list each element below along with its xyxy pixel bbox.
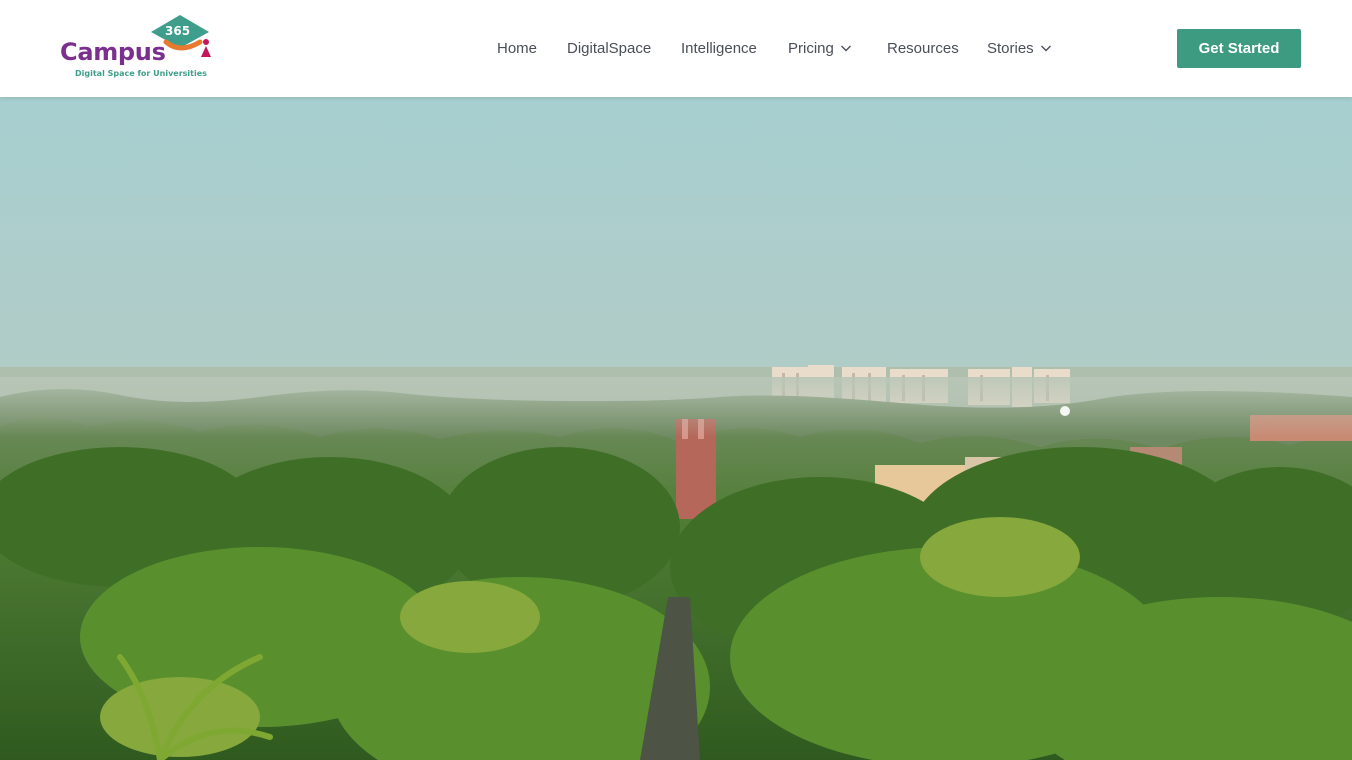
nav-stories-label: Stories [987, 39, 1034, 57]
logo-tagline: Digital Space for Universities [75, 69, 207, 78]
nav-digitalspace-label: DigitalSpace [567, 39, 652, 57]
nav-intelligence-label: Intelligence [681, 39, 757, 57]
get-started-button[interactable]: Get Started [1177, 29, 1301, 68]
nav-home-label: Home [497, 39, 538, 57]
site-header: 365 Campus Digital Space for Universitie… [0, 0, 1352, 97]
nav-resources[interactable]: Resources [887, 38, 959, 58]
hero-video[interactable] [0, 97, 1352, 760]
logo-number: 365 [165, 24, 191, 38]
nav-pricing-label: Pricing [788, 39, 834, 57]
nav-resources-label: Resources [887, 39, 959, 57]
nav-digitalspace[interactable]: DigitalSpace [567, 38, 651, 58]
logo-wordmark: Campus [60, 38, 166, 66]
nav-home[interactable]: Home [497, 38, 537, 58]
chevron-down-icon [840, 45, 851, 52]
get-started-label: Get Started [1198, 40, 1280, 57]
nav-intelligence[interactable]: Intelligence [681, 38, 757, 58]
campus-aerial-image [0, 97, 1352, 760]
campus365-logo[interactable]: 365 Campus Digital Space for Universitie… [58, 12, 218, 84]
chevron-down-icon [1040, 45, 1051, 52]
nav-pricing[interactable]: Pricing [788, 38, 852, 58]
nav-stories[interactable]: Stories [987, 38, 1052, 58]
person-icon [201, 39, 211, 57]
